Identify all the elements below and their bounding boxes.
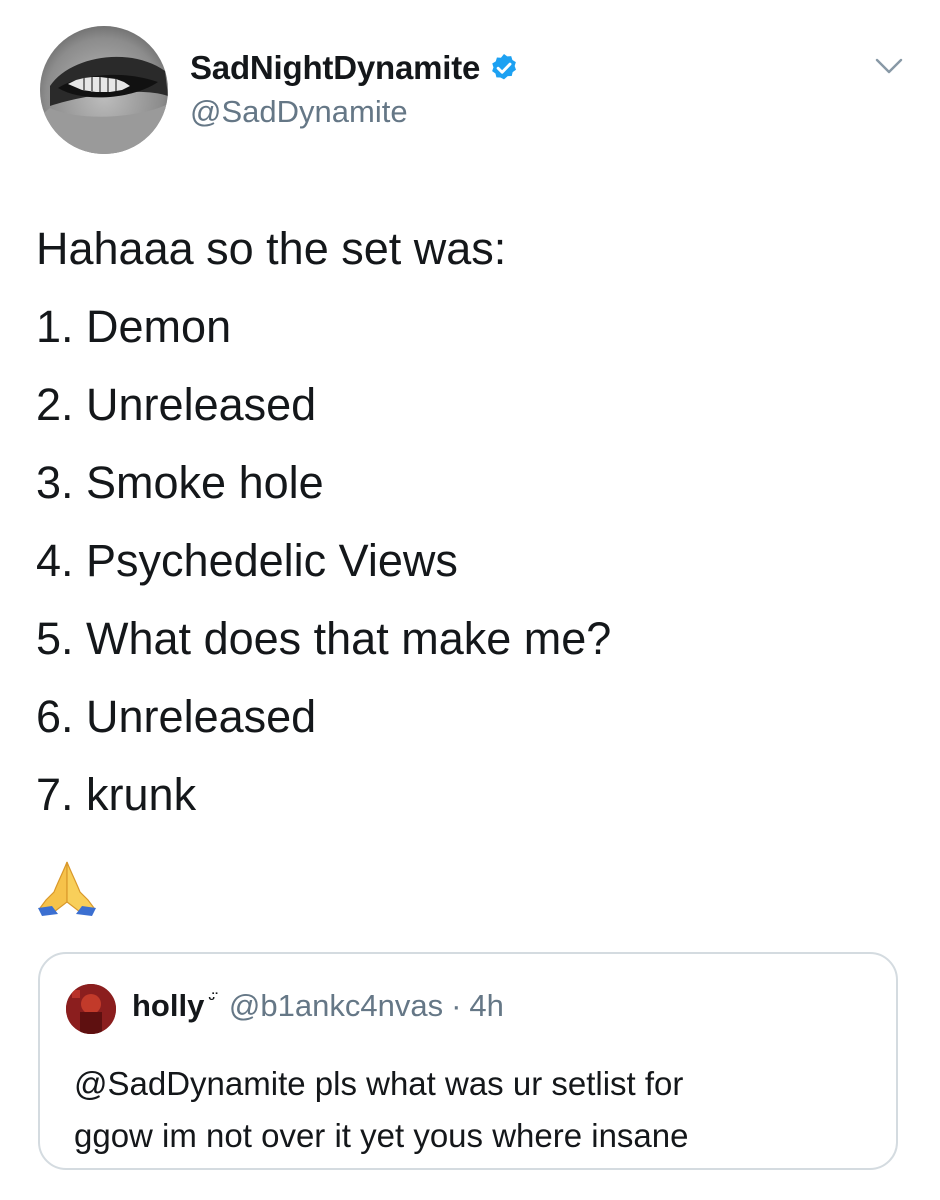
quoted-name-symbol: ᵕ̈ bbox=[208, 991, 215, 1008]
verified-badge-icon bbox=[488, 52, 520, 84]
quoted-author-avatar[interactable] bbox=[66, 984, 116, 1034]
author-display-name[interactable]: SadNightDynamite bbox=[190, 49, 480, 87]
quoted-handle[interactable]: @b1ankc4nvas bbox=[229, 988, 443, 1024]
author-name-row[interactable]: SadNightDynamite bbox=[190, 48, 520, 88]
quoted-text-line: @SadDynamite pls what was ur setlist for bbox=[74, 1065, 684, 1102]
tweet-card: SadNightDynamite @SadDynamite Hahaaa so … bbox=[0, 0, 940, 1200]
quoted-tweet-header: holly ᵕ̈ @b1ankc4nvas · 4h bbox=[132, 988, 504, 1024]
tweet-text-line: 4. Psychedelic Views bbox=[36, 535, 458, 586]
quoted-timestamp[interactable]: 4h bbox=[469, 988, 503, 1024]
header-separator: · bbox=[451, 988, 462, 1023]
author-handle[interactable]: @SadDynamite bbox=[190, 94, 408, 130]
quoted-tweet-text: @SadDynamite pls what was ur setlist for… bbox=[74, 1058, 874, 1162]
chevron-down-icon[interactable] bbox=[874, 54, 904, 78]
tweet-text-line: 7. krunk bbox=[36, 769, 197, 820]
tweet-text-line: 5. What does that make me? bbox=[36, 613, 612, 664]
tweet-text-line: Hahaaa so the set was: bbox=[36, 223, 507, 274]
tweet-text-line: 6. Unreleased bbox=[36, 691, 317, 742]
tweet-text: Hahaaa so the set was: 1. Demon 2. Unrel… bbox=[36, 210, 916, 834]
tweet-text-line: 1. Demon bbox=[36, 301, 232, 352]
quoted-tweet[interactable]: holly ᵕ̈ @b1ankc4nvas · 4h @SadDynamite … bbox=[38, 952, 898, 1170]
quoted-display-name[interactable]: holly bbox=[132, 988, 204, 1024]
folded-hands-emoji-icon bbox=[36, 856, 98, 918]
tweet-text-line: 2. Unreleased bbox=[36, 379, 317, 430]
avatar-image bbox=[40, 26, 168, 154]
tweet-text-line: 3. Smoke hole bbox=[36, 457, 324, 508]
quoted-text-line: ggow im not over it yet yous where insan… bbox=[74, 1117, 689, 1154]
author-avatar[interactable] bbox=[40, 26, 168, 154]
quoted-avatar-image bbox=[66, 984, 116, 1034]
